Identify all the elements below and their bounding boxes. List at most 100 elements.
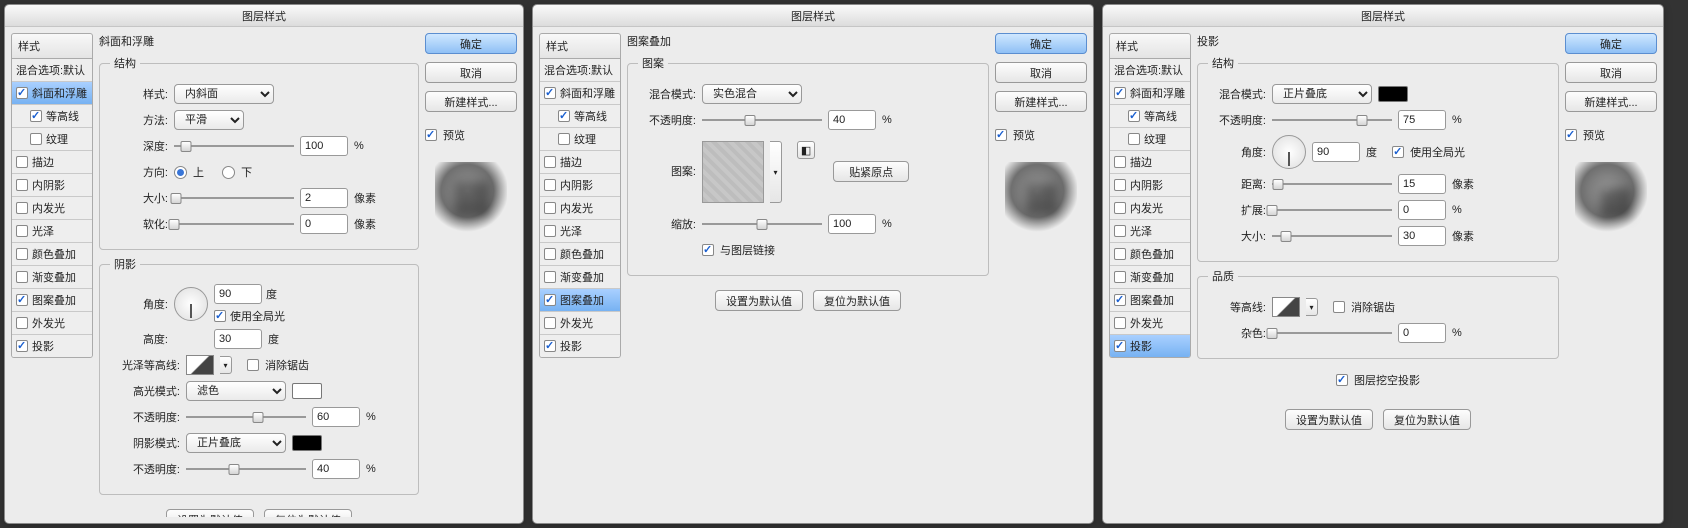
pattern-dropdown-icon[interactable]: ▾ [770,141,782,203]
titlebar[interactable]: 图层样式 [533,5,1093,27]
new-style-button[interactable]: 新建样式... [425,91,517,112]
slider-distance[interactable] [1272,177,1392,191]
style-list-item[interactable]: 外发光 [1110,312,1190,335]
slider-opacity[interactable] [702,113,822,127]
angle-dial[interactable] [174,287,208,321]
style-list-item[interactable]: 等高线 [12,105,92,128]
style-list-item[interactable]: 渐变叠加 [12,266,92,289]
style-list-item[interactable]: 外发光 [12,312,92,335]
slider-opacity[interactable] [1272,113,1392,127]
new-style-button[interactable]: 新建样式... [995,91,1087,112]
style-list-item[interactable]: 纹理 [1110,128,1190,151]
style-list-item[interactable]: 外发光 [540,312,620,335]
style-list-item[interactable]: 纹理 [540,128,620,151]
style-item-checkbox[interactable] [544,340,556,352]
cancel-button[interactable]: 取消 [1565,62,1657,83]
input-opacity[interactable] [828,110,876,130]
style-item-checkbox[interactable] [16,225,28,237]
style-item-checkbox[interactable] [16,248,28,260]
style-list-item[interactable]: 混合选项:默认 [1110,59,1190,82]
style-item-checkbox[interactable] [1114,156,1126,168]
style-list-item[interactable]: 颜色叠加 [540,243,620,266]
input-opacity[interactable] [1398,110,1446,130]
hl-color-swatch[interactable] [292,383,322,399]
style-list-item[interactable]: 内阴影 [12,174,92,197]
style-item-checkbox[interactable] [1114,271,1126,283]
style-list-item[interactable]: 等高线 [1110,105,1190,128]
style-item-checkbox[interactable] [544,156,556,168]
style-item-checkbox[interactable] [1114,225,1126,237]
input-angle[interactable] [1312,142,1360,162]
style-list-item[interactable]: 光泽 [12,220,92,243]
chk-global-light[interactable] [214,310,226,322]
style-list-item[interactable]: 颜色叠加 [1110,243,1190,266]
style-item-checkbox[interactable] [1114,317,1126,329]
style-item-checkbox[interactable] [544,179,556,191]
input-scale[interactable] [828,214,876,234]
chk-antialias[interactable] [247,359,259,371]
chk-link-layer[interactable] [702,244,714,256]
ok-button[interactable]: 确定 [1565,33,1657,54]
new-preset-icon[interactable]: ◧ [797,141,815,159]
style-list-item[interactable]: 渐变叠加 [540,266,620,289]
style-item-checkbox[interactable] [30,110,42,122]
slider-soften[interactable] [174,217,294,231]
style-list-item[interactable]: 内阴影 [540,174,620,197]
style-list-item[interactable]: 光泽 [540,220,620,243]
contour-picker[interactable] [186,355,214,375]
titlebar[interactable]: 图层样式 [5,5,523,27]
style-item-checkbox[interactable] [1114,294,1126,306]
select-style[interactable]: 内斜面 [174,84,274,104]
cancel-button[interactable]: 取消 [425,62,517,83]
style-item-checkbox[interactable] [1128,110,1140,122]
chk-preview[interactable] [995,129,1007,141]
input-distance[interactable] [1398,174,1446,194]
select-blend[interactable]: 正片叠底 [1272,84,1372,104]
chk-preview[interactable] [1565,129,1577,141]
style-item-checkbox[interactable] [1114,202,1126,214]
style-list-header[interactable]: 样式 [1109,33,1191,59]
chk-global-light[interactable] [1392,146,1404,158]
style-item-checkbox[interactable] [544,317,556,329]
style-item-checkbox[interactable] [16,156,28,168]
slider-noise[interactable] [1272,326,1392,340]
style-list-item[interactable]: 斜面和浮雕 [12,82,92,105]
slider-scale[interactable] [702,217,822,231]
shadow-color-swatch[interactable] [1378,86,1408,102]
style-list-item[interactable]: 描边 [540,151,620,174]
input-spread[interactable] [1398,200,1446,220]
style-item-checkbox[interactable] [544,87,556,99]
chk-antialias[interactable] [1333,301,1345,313]
style-item-checkbox[interactable] [558,133,570,145]
slider-size[interactable] [1272,229,1392,243]
style-list-item[interactable]: 斜面和浮雕 [1110,82,1190,105]
style-item-checkbox[interactable] [1114,179,1126,191]
contour-dropdown-icon[interactable]: ▾ [220,356,232,374]
style-item-checkbox[interactable] [16,271,28,283]
style-list-item[interactable]: 描边 [12,151,92,174]
style-item-checkbox[interactable] [544,225,556,237]
reset-default-button[interactable]: 复位为默认值 [1383,409,1471,430]
style-item-checkbox[interactable] [544,271,556,283]
input-altitude[interactable] [214,329,262,349]
set-default-button[interactable]: 设置为默认值 [1285,409,1373,430]
input-soften[interactable] [300,214,348,234]
reset-default-button[interactable]: 复位为默认值 [264,509,352,517]
slider-hl-opacity[interactable] [186,410,306,424]
radio-up[interactable] [174,166,187,179]
slider-spread[interactable] [1272,203,1392,217]
input-noise[interactable] [1398,323,1446,343]
ok-button[interactable]: 确定 [425,33,517,54]
style-item-checkbox[interactable] [16,317,28,329]
style-list-header[interactable]: 样式 [539,33,621,59]
style-list-item[interactable]: 混合选项:默认 [540,59,620,82]
slider-size[interactable] [174,191,294,205]
chk-preview[interactable] [425,129,437,141]
style-item-checkbox[interactable] [1114,340,1126,352]
angle-dial[interactable] [1272,135,1306,169]
style-list-item[interactable]: 投影 [1110,335,1190,357]
style-list-item[interactable]: 内发光 [540,197,620,220]
snap-origin-button[interactable]: 贴紧原点 [833,161,909,182]
style-item-checkbox[interactable] [1114,248,1126,260]
style-item-checkbox[interactable] [16,340,28,352]
